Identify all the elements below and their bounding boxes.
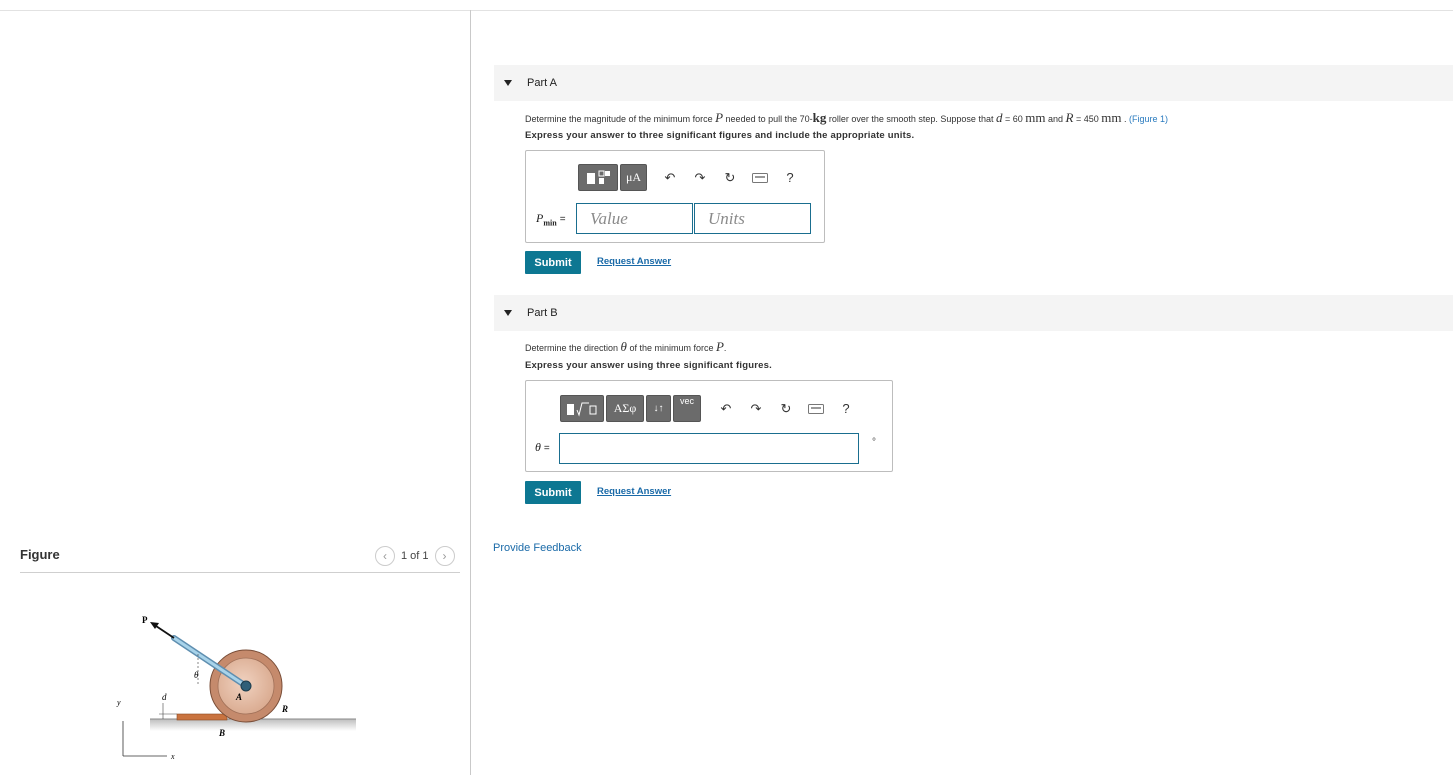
figure-pager: ‹ 1 of 1 › [375, 546, 455, 566]
pmin-label: Pmin = [536, 211, 566, 228]
panel-divider [470, 10, 471, 775]
undo-icon[interactable]: ↶ [655, 170, 685, 186]
units-input[interactable]: Units [694, 203, 811, 234]
label-a: A [235, 692, 242, 702]
part-b-header[interactable]: Part B [494, 295, 1453, 331]
next-figure-button[interactable]: › [434, 546, 455, 566]
units-button[interactable]: μA [620, 164, 647, 191]
theta-input[interactable] [559, 433, 859, 464]
label-x: x [170, 752, 175, 761]
part-a-answer-box: μA ↶ ↷ ↻ ? Pmin = Value Units [525, 150, 825, 243]
figure-title: Figure [20, 547, 60, 562]
redo-icon[interactable]: ↷ [685, 170, 715, 186]
part-a-submit-button[interactable]: Submit [525, 251, 581, 274]
part-a-instruction: Express your answer to three significant… [525, 130, 915, 141]
figure-link[interactable]: (Figure 1) [1129, 114, 1168, 124]
greek-symbols-button[interactable]: ΑΣφ [606, 395, 644, 422]
figure-rule [20, 572, 460, 573]
redo-icon[interactable]: ↷ [741, 401, 771, 417]
part-a-request-answer-link[interactable]: Request Answer [597, 256, 671, 267]
part-b-answer-box: ΑΣφ ↓↑ vec ↶ ↷ ↻ ? θ = ° [525, 380, 893, 472]
arrows-button[interactable]: ↓↑ [646, 395, 671, 422]
part-b-submit-button[interactable]: Submit [525, 481, 581, 504]
help-icon[interactable]: ? [775, 170, 805, 185]
sqrt-template-icon [567, 402, 597, 417]
degree-unit: ° [872, 437, 876, 448]
reset-icon[interactable]: ↻ [715, 170, 745, 186]
label-p: P [142, 615, 148, 625]
top-rule [0, 10, 1453, 11]
value-input[interactable]: Value [576, 203, 693, 234]
part-a-header[interactable]: Part A [494, 65, 1453, 101]
theta-label: θ = [535, 440, 550, 454]
part-b-title: Part B [527, 307, 558, 319]
vector-button[interactable]: vec [673, 395, 701, 422]
label-theta: θ [194, 670, 199, 680]
prev-figure-button[interactable]: ‹ [375, 546, 395, 566]
part-b-instruction: Express your answer using three signific… [525, 360, 772, 371]
caret-down-icon [504, 80, 512, 86]
label-b: B [218, 728, 225, 738]
part-a-title: Part A [527, 77, 557, 89]
templates-icon [587, 170, 610, 184]
part-b-request-answer-link[interactable]: Request Answer [597, 486, 671, 497]
keyboard-icon[interactable] [745, 172, 775, 183]
part-a-question: Determine the magnitude of the minimum f… [525, 110, 1168, 125]
help-icon[interactable]: ? [831, 401, 861, 416]
step-block [176, 713, 228, 721]
label-d: d [162, 692, 167, 702]
keyboard-icon[interactable] [801, 403, 831, 414]
caret-down-icon [504, 310, 512, 316]
part-b-toolbar: ΑΣφ ↓↑ vec ↶ ↷ ↻ ? [560, 395, 861, 422]
roller-figure: P θ d A R B y x [116, 615, 356, 761]
provide-feedback-link[interactable]: Provide Feedback [493, 542, 582, 554]
templates-button[interactable] [578, 164, 618, 191]
part-b-question: Determine the direction θ of the minimum… [525, 339, 727, 354]
label-y: y [116, 698, 121, 707]
label-r: R [281, 704, 288, 714]
templates-button[interactable] [560, 395, 604, 422]
figure-pager-text: 1 of 1 [401, 550, 429, 562]
reset-icon[interactable]: ↻ [771, 401, 801, 417]
undo-icon[interactable]: ↶ [711, 401, 741, 417]
part-a-toolbar: μA ↶ ↷ ↻ ? [578, 164, 805, 191]
